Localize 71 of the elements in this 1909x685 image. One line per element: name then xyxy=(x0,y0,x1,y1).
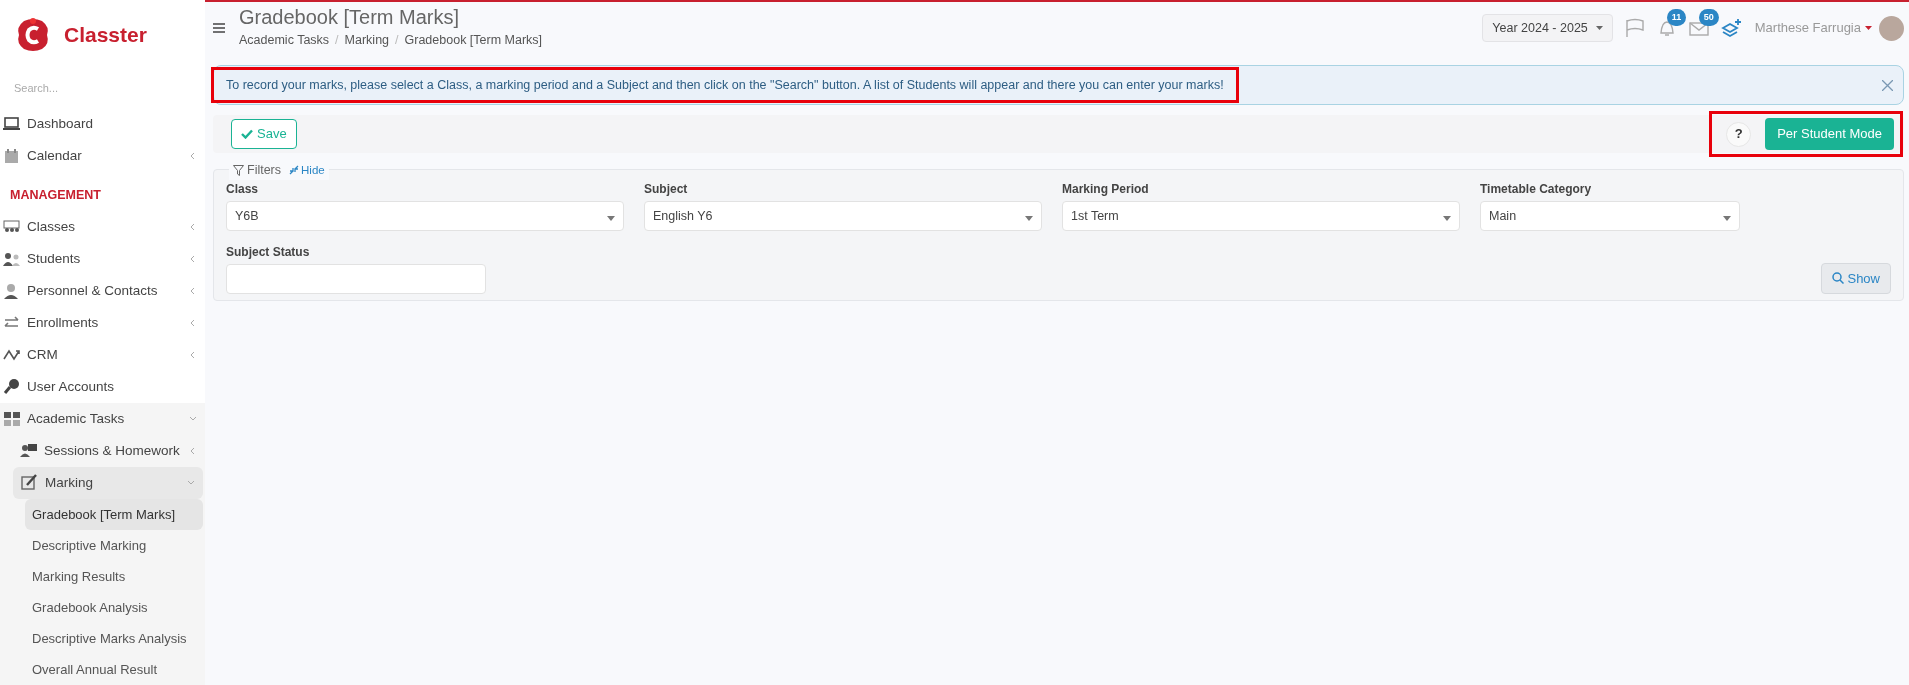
select-field[interactable]: 1st Term xyxy=(1062,201,1460,231)
chevron-icon xyxy=(189,223,197,232)
alert-message: To record your marks, please select a Class, a marking period and a Subject and then click on the "Search" button. A list of Students will appear and there you can enter your marks! xyxy=(214,69,1236,101)
chevron-icon xyxy=(189,351,197,359)
sidebar-item[interactable]: Overall Annual Result xyxy=(0,653,205,685)
sidebar-item[interactable]: Classes xyxy=(0,211,205,244)
input-field[interactable] xyxy=(226,264,486,294)
menu-icon[interactable] xyxy=(213,23,225,33)
calendar-icon xyxy=(3,147,21,165)
search-icon xyxy=(1832,272,1845,285)
chevron-icon xyxy=(187,478,195,487)
chevron-icon xyxy=(189,152,197,161)
chevron-icon xyxy=(189,287,197,296)
sidebar-item[interactable]: Marking Results xyxy=(0,560,205,592)
field-label: Subject xyxy=(644,181,689,198)
year-dropdown[interactable]: Year 2024 - 2025 xyxy=(1482,13,1613,43)
students-icon xyxy=(3,250,21,268)
search-field[interactable]: Search... xyxy=(0,75,180,101)
collapse-icon xyxy=(289,165,300,176)
breadcrumb-separator: / xyxy=(395,32,399,50)
filters-legend: Filters xyxy=(233,161,282,180)
chevron-icon xyxy=(189,255,197,264)
help-button[interactable]: ? xyxy=(1726,121,1752,147)
field-label: Timetable Category xyxy=(1480,181,1593,198)
sidebar-item[interactable]: CRM xyxy=(0,339,205,371)
breadcrumb-item[interactable]: Academic Tasks xyxy=(239,31,330,50)
breadcrumb-item: Gradebook [Term Marks] xyxy=(404,32,543,50)
person-icon xyxy=(3,282,21,300)
filter-icon xyxy=(233,164,244,176)
sidebar-item[interactable]: User Accounts xyxy=(0,371,205,403)
close-icon xyxy=(1882,79,1893,91)
sidebar-item[interactable]: Descriptive Marks Analysis xyxy=(0,622,205,654)
section-heading: MANAGEMENT xyxy=(9,187,102,205)
sidebar-item[interactable]: Marking xyxy=(13,466,203,499)
layers-plus-icon[interactable] xyxy=(1720,18,1743,38)
flag-icon[interactable] xyxy=(1624,18,1645,38)
page-title: Gradebook [Term Marks] xyxy=(239,6,461,29)
sidebar-item[interactable]: Enrollments xyxy=(0,307,205,339)
notification-badge: 11 xyxy=(1666,8,1687,27)
select-field[interactable]: English Y6 xyxy=(644,201,1042,231)
brand-name: Classter xyxy=(64,22,147,49)
key-icon xyxy=(3,378,21,396)
select-field[interactable]: Main xyxy=(1480,201,1740,231)
caret-icon xyxy=(1595,26,1603,30)
sidebar-item[interactable]: Personnel & Contacts xyxy=(0,275,205,308)
sidebar-item[interactable]: Sessions & Homework xyxy=(0,434,205,467)
grid-icon xyxy=(3,410,21,428)
breadcrumb-separator: / xyxy=(335,32,339,50)
logo-icon xyxy=(16,16,50,53)
edit-icon xyxy=(21,474,39,492)
sidebar-item[interactable]: Gradebook Analysis xyxy=(0,591,205,623)
select-field[interactable]: Y6B xyxy=(226,201,624,231)
laptop-icon xyxy=(3,115,21,133)
sidebar-item[interactable]: Gradebook [Term Marks] xyxy=(25,498,203,530)
breadcrumb-item[interactable]: Marking xyxy=(344,31,390,50)
sidebar-item[interactable]: Students xyxy=(0,243,205,276)
message-badge: 50 xyxy=(1698,8,1719,27)
hide-link[interactable]: Hide xyxy=(289,161,325,179)
chevron-icon xyxy=(189,319,197,328)
sidebar-item[interactable]: Calendar xyxy=(0,140,205,173)
field-label: Subject Status xyxy=(226,244,311,261)
sidebar-item[interactable]: Dashboard xyxy=(0,108,205,141)
chevron-icon xyxy=(189,446,197,455)
caret-icon[interactable] xyxy=(1865,26,1872,30)
chevron-icon xyxy=(189,414,197,423)
sidebar-item[interactable]: Descriptive Marking xyxy=(0,529,205,561)
check-icon xyxy=(241,129,253,139)
teacher-icon xyxy=(20,442,38,460)
field-label: Class xyxy=(226,181,260,198)
field-label: Marking Period xyxy=(1062,181,1150,198)
avatar[interactable] xyxy=(1879,15,1904,41)
